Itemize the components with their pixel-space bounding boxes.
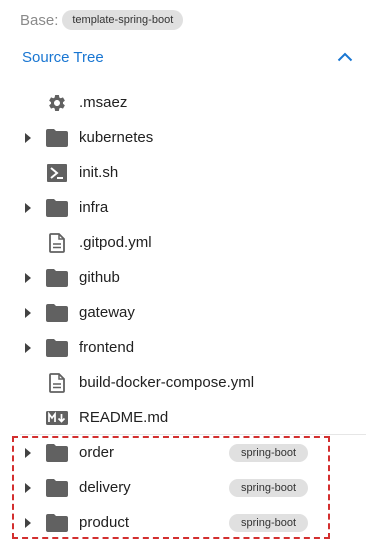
markdown-icon: [45, 407, 69, 429]
tree-item-label: order: [79, 444, 115, 461]
terminal-icon: [45, 162, 69, 184]
tree-item-kubernetes[interactable]: kubernetes: [0, 120, 366, 155]
tree-item-gateway[interactable]: gateway: [0, 295, 366, 330]
caret-right-icon[interactable]: [22, 446, 34, 460]
folder-icon: [45, 127, 69, 149]
framework-badge: spring-boot: [229, 444, 309, 462]
folder-icon: [45, 302, 69, 324]
base-row: Base: template-spring-boot: [20, 9, 184, 31]
tree-item-label: kubernetes: [79, 129, 154, 146]
tree-item-init-sh[interactable]: init.sh: [0, 155, 366, 190]
tree-item-label: infra: [79, 199, 109, 216]
folder-icon: [45, 337, 69, 359]
tree-item-infra[interactable]: infra: [0, 190, 366, 225]
collapse-button[interactable]: [333, 45, 357, 69]
tree-item-product[interactable]: product spring-boot: [0, 505, 366, 540]
base-template-chip[interactable]: template-spring-boot: [62, 10, 184, 30]
folder-icon: [45, 197, 69, 219]
source-tree-header[interactable]: Source Tree: [22, 45, 366, 69]
caret-right-icon[interactable]: [22, 516, 34, 530]
tree-item-label: .gitpod.yml: [79, 234, 152, 251]
tree-item-order[interactable]: order spring-boot: [0, 435, 366, 470]
tree-item-label: init.sh: [79, 164, 119, 181]
tree-item-frontend[interactable]: frontend: [0, 330, 366, 365]
tree-item-label: delivery: [79, 479, 131, 496]
tree-item-build-docker-compose-yml[interactable]: build-docker-compose.yml: [0, 365, 366, 400]
tree-item-gitpod-yml[interactable]: .gitpod.yml: [0, 225, 366, 260]
tree-item-label: product: [79, 514, 130, 531]
section-divider: [20, 434, 366, 435]
caret-right-icon[interactable]: [22, 271, 34, 285]
folder-icon: [45, 512, 69, 534]
source-tree-title: Source Tree: [22, 48, 104, 66]
chevron-up-icon: [337, 52, 353, 62]
tree-item-label: .msaez: [79, 94, 128, 111]
tree-item-msaez[interactable]: .msaez: [0, 85, 366, 120]
caret-right-icon[interactable]: [22, 201, 34, 215]
gear-icon: [45, 92, 69, 114]
tree-item-github[interactable]: github: [0, 260, 366, 295]
folder-icon: [45, 267, 69, 289]
tree-item-label: frontend: [79, 339, 135, 356]
file-document-icon: [45, 232, 69, 254]
source-tree-list: .msaez kubernetes init.sh infra .gitpod.…: [0, 85, 366, 540]
tree-item-label: README.md: [79, 409, 169, 426]
folder-icon: [45, 477, 69, 499]
framework-badge: spring-boot: [229, 479, 309, 497]
base-label: Base:: [20, 11, 59, 29]
framework-badge: spring-boot: [229, 514, 309, 532]
tree-item-label: build-docker-compose.yml: [79, 374, 255, 391]
tree-item-label: gateway: [79, 304, 135, 321]
caret-right-icon[interactable]: [22, 341, 34, 355]
tree-item-label: github: [79, 269, 120, 286]
caret-right-icon[interactable]: [22, 131, 34, 145]
file-document-icon: [45, 372, 69, 394]
folder-icon: [45, 442, 69, 464]
tree-item-delivery[interactable]: delivery spring-boot: [0, 470, 366, 505]
caret-right-icon[interactable]: [22, 481, 34, 495]
caret-right-icon[interactable]: [22, 306, 34, 320]
tree-item-readme-md[interactable]: README.md: [0, 400, 366, 435]
